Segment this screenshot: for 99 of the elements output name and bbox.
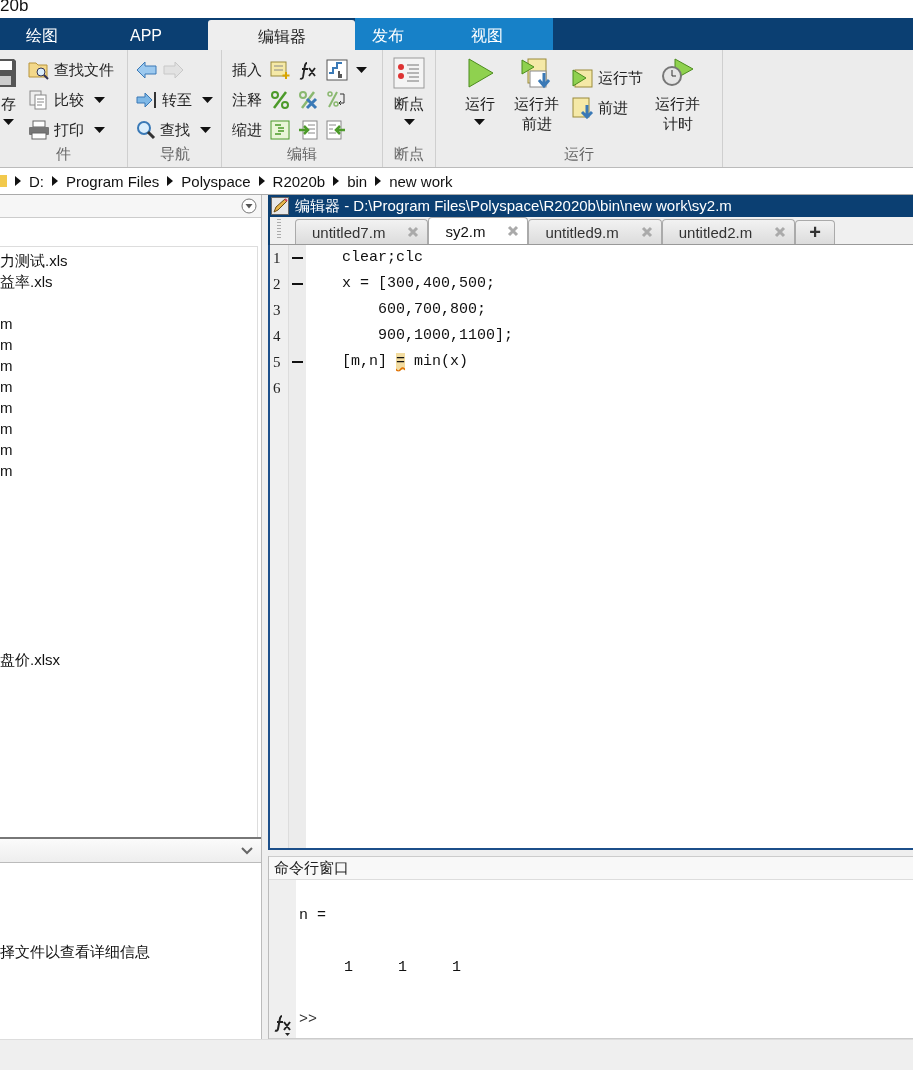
- breadcrumb-arrow-icon: [333, 176, 340, 186]
- run-section-icon: [571, 67, 594, 89]
- ribbon-button[interactable]: 运行并前进: [513, 55, 560, 134]
- group-label: 编辑: [286, 145, 318, 164]
- line-number: 1: [273, 249, 282, 268]
- ribbon-tab[interactable]: 绘图: [0, 18, 84, 50]
- editor-tab[interactable]: untitled9.m: [528, 219, 662, 244]
- code-line: 600,700,800;: [377, 300, 488, 320]
- insert-section-icon: [270, 60, 290, 80]
- breakpoint-icon: [393, 57, 425, 89]
- code-line: 900,1000,1100];: [377, 326, 515, 346]
- ribbon-button[interactable]: 断点: [393, 55, 425, 126]
- folder-search-icon: [28, 60, 50, 80]
- editor-tab[interactable]: untitled7.m: [295, 219, 429, 244]
- details-message: 择文件以查看详细信息: [0, 943, 150, 962]
- group-label: 运行: [563, 145, 595, 164]
- line-number: 4: [273, 327, 282, 346]
- panel-title: 命令行窗口: [269, 856, 913, 881]
- goto-arrow-icon: [136, 90, 158, 110]
- ribbon-button[interactable]: 打印: [28, 115, 114, 145]
- editor-title: 编辑器 - D:\Program Files\Polyspace\R2020b\bin\new work\sy2.m: [295, 196, 732, 216]
- advance-icon: [571, 97, 594, 119]
- ribbon-tab[interactable]: 编辑器: [208, 20, 355, 50]
- close-icon[interactable]: [774, 226, 787, 238]
- ribbon-button[interactable]: 转至: [136, 85, 213, 115]
- fx-icon: [298, 60, 318, 80]
- path-segment[interactable]: R2020b: [272, 172, 326, 190]
- smart-indent-icon: [270, 120, 290, 140]
- row-label: 注释: [232, 90, 262, 110]
- outdent-icon: [326, 120, 346, 140]
- folder-icon: [0, 174, 7, 188]
- chevron-down-icon[interactable]: [241, 846, 253, 855]
- file-name[interactable]: m: [0, 460, 257, 481]
- ribbon-button[interactable]: 查找: [136, 115, 213, 145]
- new-tab-button[interactable]: +: [795, 220, 836, 244]
- printer-icon: [28, 120, 50, 140]
- path-segment[interactable]: Program Files: [66, 172, 160, 190]
- breadcrumb-arrow-icon: [375, 176, 382, 186]
- breadcrumb-arrow-icon: [258, 176, 265, 186]
- code-line: clear;clc: [341, 248, 425, 268]
- ribbon-button[interactable]: 前进: [571, 93, 643, 123]
- dropdown-circle-icon[interactable]: [241, 198, 257, 214]
- file-name[interactable]: m: [0, 334, 257, 355]
- path-segment[interactable]: new work: [389, 172, 453, 190]
- comment-percent-icon: [270, 90, 290, 110]
- ribbon-tab[interactable]: 发布: [355, 18, 421, 50]
- output-line: 1 1 1: [343, 958, 463, 979]
- close-icon[interactable]: [407, 226, 420, 238]
- file-name[interactable]: m: [0, 313, 257, 334]
- ribbon-button[interactable]: 运行节: [571, 63, 643, 93]
- path-segment[interactable]: Polyspace: [181, 172, 251, 190]
- row-label: 插入: [232, 60, 262, 80]
- ribbon-button[interactable]: 运行: [463, 55, 496, 126]
- ribbon-button[interactable]: 查找文件: [28, 55, 114, 85]
- line-number: 5: [273, 353, 282, 372]
- file-name[interactable]: 盘价.xlsx: [0, 649, 257, 670]
- code-line: x = [300,400,500;: [341, 274, 497, 294]
- search-icon: [136, 120, 156, 140]
- command-prompt[interactable]: >>: [299, 1007, 913, 1034]
- line-number: 6: [273, 379, 282, 398]
- breadcrumb-arrow-icon: [15, 176, 21, 186]
- uncomment-icon: [298, 90, 318, 110]
- ribbon-tab[interactable]: 视图: [421, 18, 553, 50]
- wrap-comment-icon: [326, 90, 346, 110]
- output-line: n =: [299, 906, 327, 927]
- editor-tab[interactable]: sy2.m: [428, 217, 529, 244]
- ribbon-button[interactable]: 比较: [28, 85, 114, 115]
- file-name[interactable]: m: [0, 376, 257, 397]
- close-icon[interactable]: [507, 225, 520, 237]
- file-name[interactable]: 力测试.xls: [0, 250, 257, 271]
- close-icon[interactable]: [640, 226, 653, 238]
- path-segment[interactable]: D:: [29, 172, 44, 190]
- function-window-icon: [326, 59, 348, 81]
- line-number: 2: [273, 275, 282, 294]
- fx-icon[interactable]: [272, 1014, 293, 1036]
- pencil-icon: [271, 197, 289, 215]
- indent-icon: [298, 120, 318, 140]
- file-name[interactable]: m: [0, 397, 257, 418]
- ribbon-button[interactable]: 运行并计时: [654, 55, 701, 134]
- group-label: 断点: [393, 145, 425, 164]
- file-name[interactable]: m: [0, 418, 257, 439]
- path-segment[interactable]: bin: [347, 172, 368, 190]
- file-name[interactable]: m: [0, 355, 257, 376]
- editor-tab[interactable]: untitled2.m: [661, 219, 796, 244]
- breadcrumb-arrow-icon: [52, 176, 58, 186]
- stopwatch-play-icon: [660, 57, 695, 89]
- code-line: [m,n] = min(x): [341, 352, 470, 372]
- save-icon: [0, 57, 16, 89]
- ribbon-tab[interactable]: APP: [84, 18, 208, 50]
- breadcrumb-arrow-icon: [167, 176, 174, 186]
- compare-icon: [28, 90, 50, 110]
- ribbon-button[interactable]: 存: [0, 55, 16, 126]
- group-label: 件: [55, 145, 72, 164]
- group-label: 导航: [158, 145, 191, 164]
- line-number: 3: [273, 301, 282, 320]
- back-arrow-icon[interactable]: [136, 61, 158, 79]
- file-name[interactable]: 益率.xls: [0, 271, 257, 292]
- file-name[interactable]: m: [0, 439, 257, 460]
- row-label: 缩进: [232, 120, 262, 140]
